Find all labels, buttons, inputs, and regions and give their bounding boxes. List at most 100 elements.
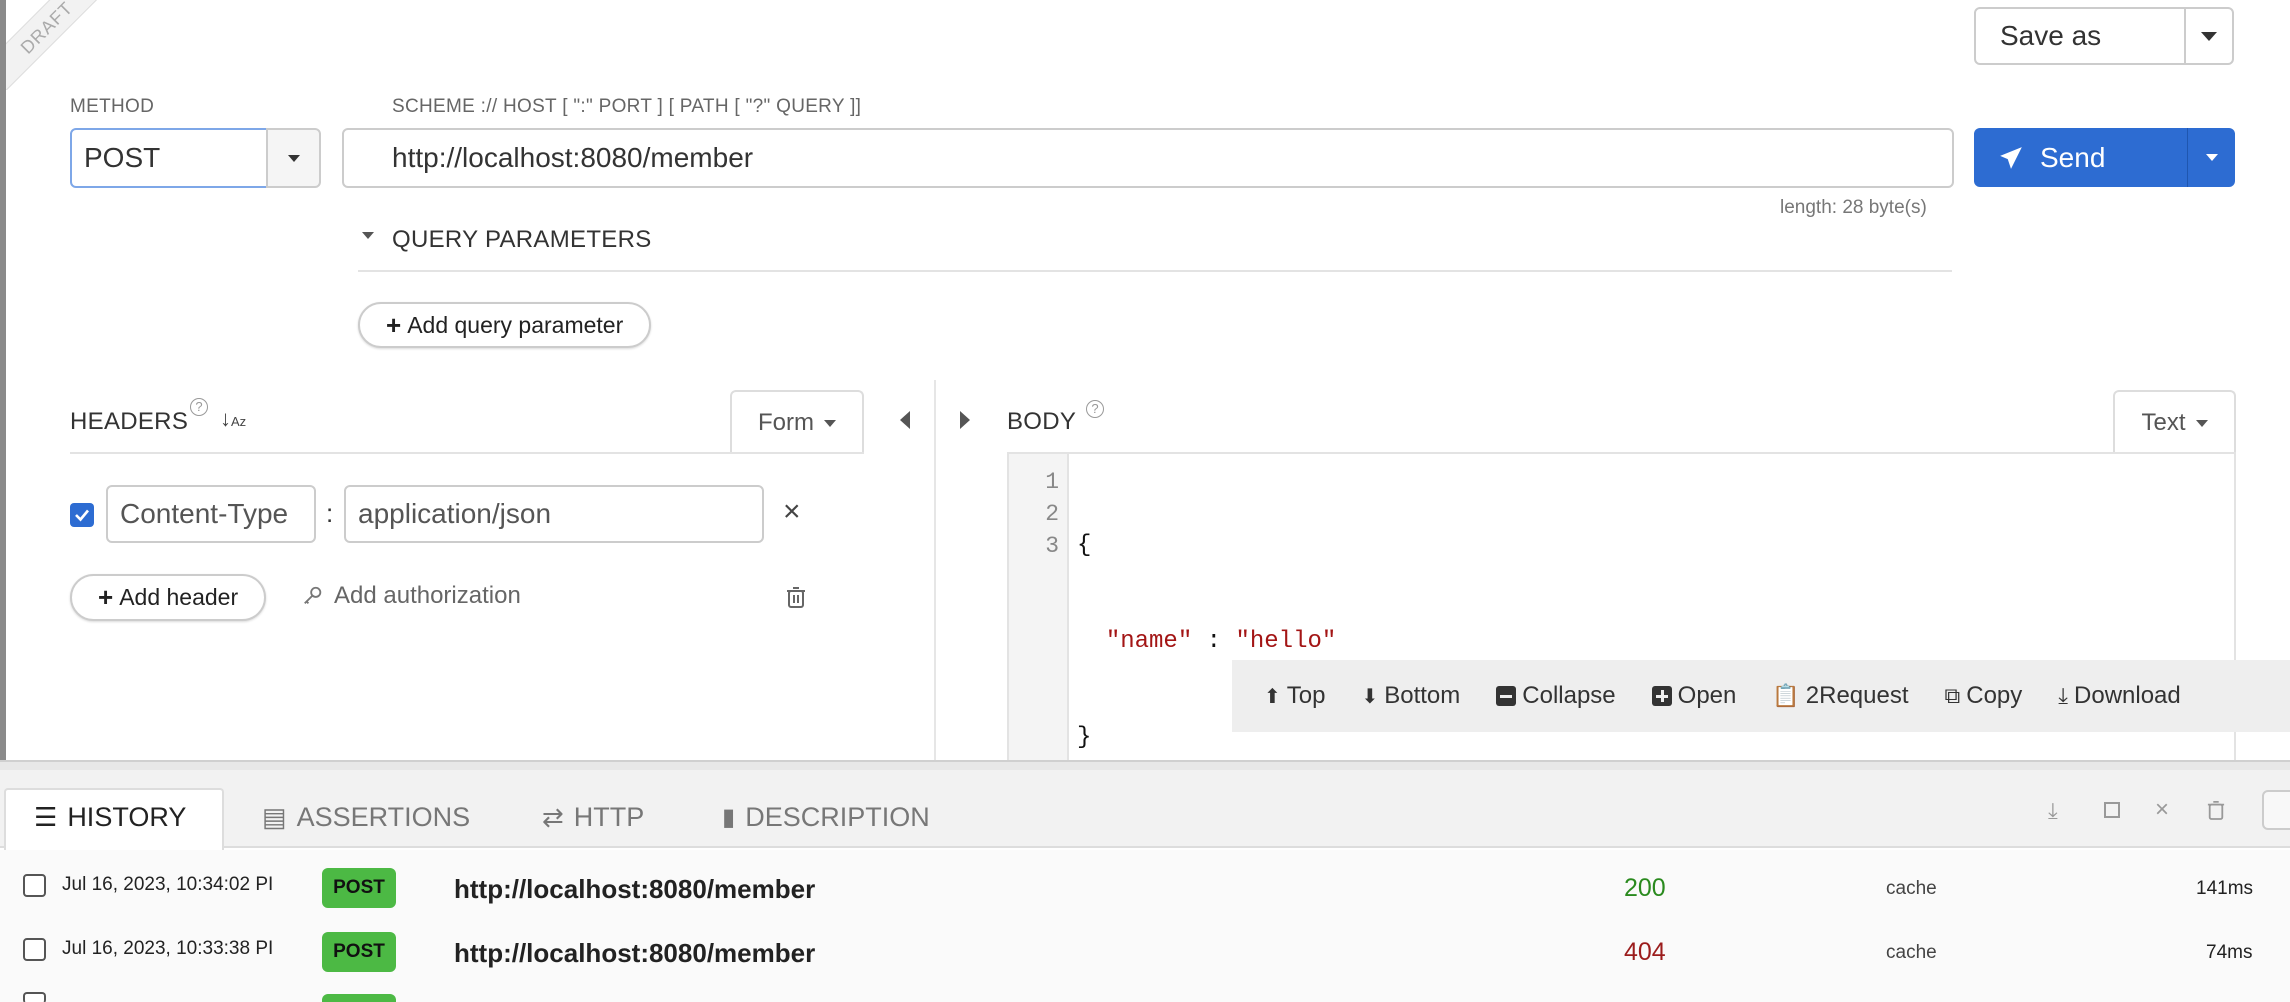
trash-icon[interactable] [786, 586, 806, 613]
table-row[interactable]: Jul 16, 2023, 10:34:02 PI POST http://lo… [0, 856, 2290, 920]
tab-assertions[interactable]: ▤ ASSERTIONS [262, 802, 470, 833]
list-icon: ☰ [34, 802, 58, 832]
plus-icon: + [98, 582, 114, 612]
tab-http[interactable]: ⇄ HTTP [542, 802, 644, 833]
bottom-button[interactable]: ⬇ Bottom [1361, 682, 1460, 710]
send-label: Send [2040, 141, 2106, 173]
collapse-left-icon[interactable] [900, 411, 910, 429]
maximize-icon[interactable] [2104, 802, 2120, 818]
chevron-down-icon [824, 419, 836, 427]
close-icon[interactable]: × [2155, 796, 2169, 824]
chevron-down-icon [2195, 419, 2208, 427]
add-authorization-label: Add authorization [334, 582, 521, 609]
tab-description[interactable]: ▮ DESCRIPTION [722, 802, 930, 833]
row-checkbox[interactable] [23, 938, 46, 961]
url-label: SCHEME :// HOST [ ":" PORT ] [ PATH [ "?… [392, 96, 862, 117]
header-separator: : [326, 498, 334, 528]
copy-icon: ⧉ [1944, 683, 1961, 708]
chevron-down-icon [2205, 154, 2218, 161]
download-button[interactable]: ⤓ Download [2058, 682, 2180, 710]
add-authorization-link[interactable]: Add authorization [302, 582, 521, 610]
line-number: 1 [1045, 469, 1059, 495]
history-url: http://localhost:8080/member [454, 938, 816, 968]
add-query-parameter-label: Add query parameter [407, 311, 624, 338]
body-action-bar: ⬆ Top ⬇ Bottom Collapse Open 📋 2Request … [1232, 660, 2290, 732]
body-mode-toggle[interactable]: Text [2113, 390, 2236, 454]
panel-resizer[interactable] [0, 760, 2290, 770]
history-time: 141ms [2196, 878, 2254, 899]
copy-button[interactable]: ⧉ Copy [1945, 682, 2023, 710]
sort-alpha-icon[interactable]: ↓Az [220, 406, 246, 432]
open-label: Open [1677, 682, 1737, 709]
send-dropdown[interactable] [2187, 128, 2235, 187]
row-checkbox[interactable] [23, 992, 46, 1002]
method-dropdown[interactable] [266, 128, 321, 188]
tab-assertions-label: ASSERTIONS [296, 802, 471, 832]
tab-description-label: DESCRIPTION [745, 802, 930, 832]
json-sep: : [1192, 628, 1236, 655]
close-icon[interactable]: × [783, 495, 801, 529]
top-button[interactable]: ⬆ Top [1264, 682, 1325, 710]
download-icon[interactable]: ⤓ [2048, 798, 2058, 824]
bottom-label: Bottom [1384, 682, 1461, 709]
arrow-up-circle-icon: ⬆ [1264, 685, 1281, 708]
line-number: 2 [1045, 501, 1059, 527]
header-value-value: application/json [358, 498, 552, 529]
history-status: 200 [1624, 874, 1666, 902]
panel-menu-button[interactable] [2262, 790, 2290, 830]
plus-icon: + [386, 309, 402, 340]
headers-form-toggle[interactable]: Form [730, 390, 864, 454]
draft-ribbon: DRAFT [6, 0, 116, 90]
key-icon [304, 586, 322, 604]
to-request-label: 2Request [1805, 682, 1909, 709]
send-button[interactable]: Send [1974, 128, 2187, 187]
method-label: METHOD [70, 96, 155, 117]
collapse-button[interactable]: Collapse [1496, 682, 1616, 710]
help-icon[interactable]: ? [190, 398, 208, 416]
row-checkbox[interactable] [23, 874, 46, 897]
method-input[interactable]: POST [70, 128, 268, 188]
history-source: cache [1886, 878, 1937, 899]
url-length: length: 28 byte(s) [1780, 197, 1927, 218]
headers-form-label: Form [758, 409, 814, 436]
arrow-down-circle-icon: ⬇ [1361, 685, 1379, 708]
history-url: http://localhost:8080/member [454, 874, 816, 904]
json-key: "name" [1105, 628, 1193, 655]
panel-splitter[interactable] [934, 380, 936, 770]
to-request-button[interactable]: 📋 2Request [1772, 682, 1908, 710]
table-row[interactable]: Jul 16, 2023, 10:33:38 PI POST http://lo… [0, 920, 2290, 984]
body-title: BODY [1007, 408, 1077, 435]
tab-history[interactable]: ☰ HISTORY [34, 802, 186, 833]
plus-square-icon [1651, 686, 1672, 706]
trash-icon[interactable] [2207, 800, 2225, 825]
collapse-right-icon[interactable] [960, 411, 970, 429]
header-name-input[interactable]: Content-Type [106, 485, 316, 543]
history-time: 74ms [2206, 942, 2253, 963]
add-header-button[interactable]: + Add header [70, 574, 267, 621]
code-line: { [1077, 532, 1092, 559]
help-icon[interactable]: ? [1086, 400, 1104, 418]
add-query-parameter-button[interactable]: + Add query parameter [358, 302, 652, 348]
top-label: Top [1286, 682, 1326, 709]
header-enabled-checkbox[interactable] [70, 503, 94, 527]
tab-http-label: HTTP [573, 802, 645, 832]
method-badge [322, 994, 396, 1002]
tasks-icon: ▤ [262, 802, 287, 832]
headers-title: HEADERS [70, 408, 189, 435]
download-icon: ⤓ [2058, 683, 2069, 708]
save-as-button[interactable]: Save as [1974, 7, 2186, 65]
query-collapse-icon[interactable] [362, 232, 374, 239]
history-date: Jul 16, 2023, 10:34:02 PI [62, 874, 274, 895]
save-as-dropdown[interactable] [2184, 7, 2234, 65]
method-badge: POST [322, 868, 396, 908]
url-input[interactable]: http://localhost:8080/member [342, 128, 1954, 188]
draft-ribbon-text: DRAFT [6, 0, 115, 90]
open-button[interactable]: Open [1651, 682, 1737, 710]
query-title: QUERY PARAMETERS [392, 226, 652, 253]
clipboard-icon: 📋 [1772, 683, 1800, 708]
minus-square-icon [1496, 686, 1517, 706]
header-value-input[interactable]: application/json [344, 485, 764, 543]
line-number: 3 [1045, 533, 1059, 559]
body-mode-label: Text [2141, 409, 2186, 436]
headers-divider [70, 452, 864, 454]
